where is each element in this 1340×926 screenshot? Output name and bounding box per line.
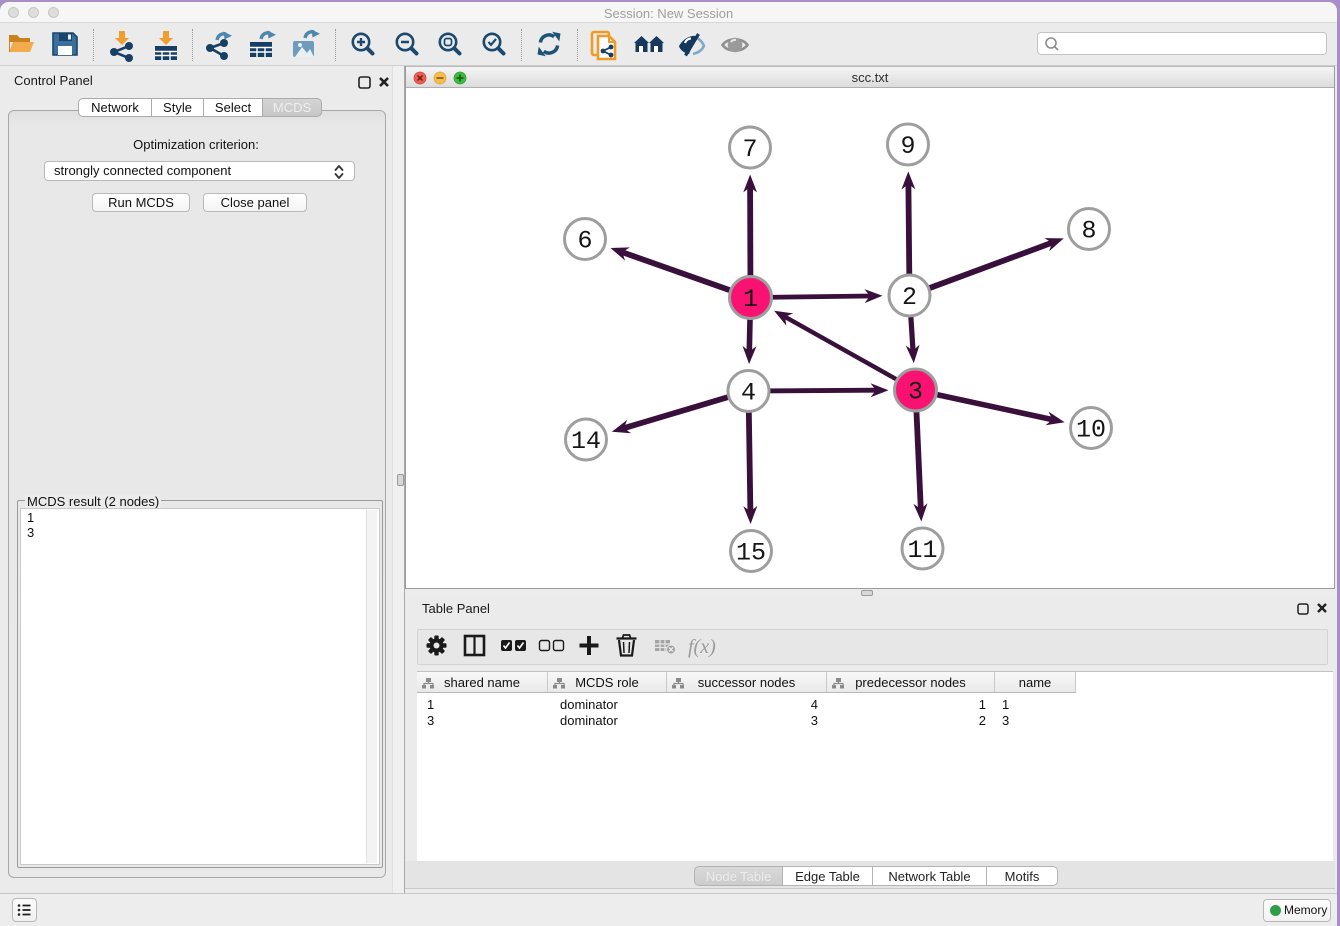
svg-text:9: 9 <box>900 132 915 161</box>
svg-text:4: 4 <box>741 379 756 408</box>
svg-text:1: 1 <box>743 285 758 314</box>
svg-text:6: 6 <box>577 227 592 256</box>
svg-text:8: 8 <box>1081 217 1096 246</box>
svg-text:11: 11 <box>907 536 937 565</box>
svg-text:7: 7 <box>742 135 757 164</box>
svg-text:2: 2 <box>902 283 917 312</box>
svg-text:15: 15 <box>736 539 766 568</box>
svg-text:14: 14 <box>571 427 601 456</box>
svg-text:10: 10 <box>1076 416 1106 445</box>
svg-text:3: 3 <box>908 378 923 407</box>
